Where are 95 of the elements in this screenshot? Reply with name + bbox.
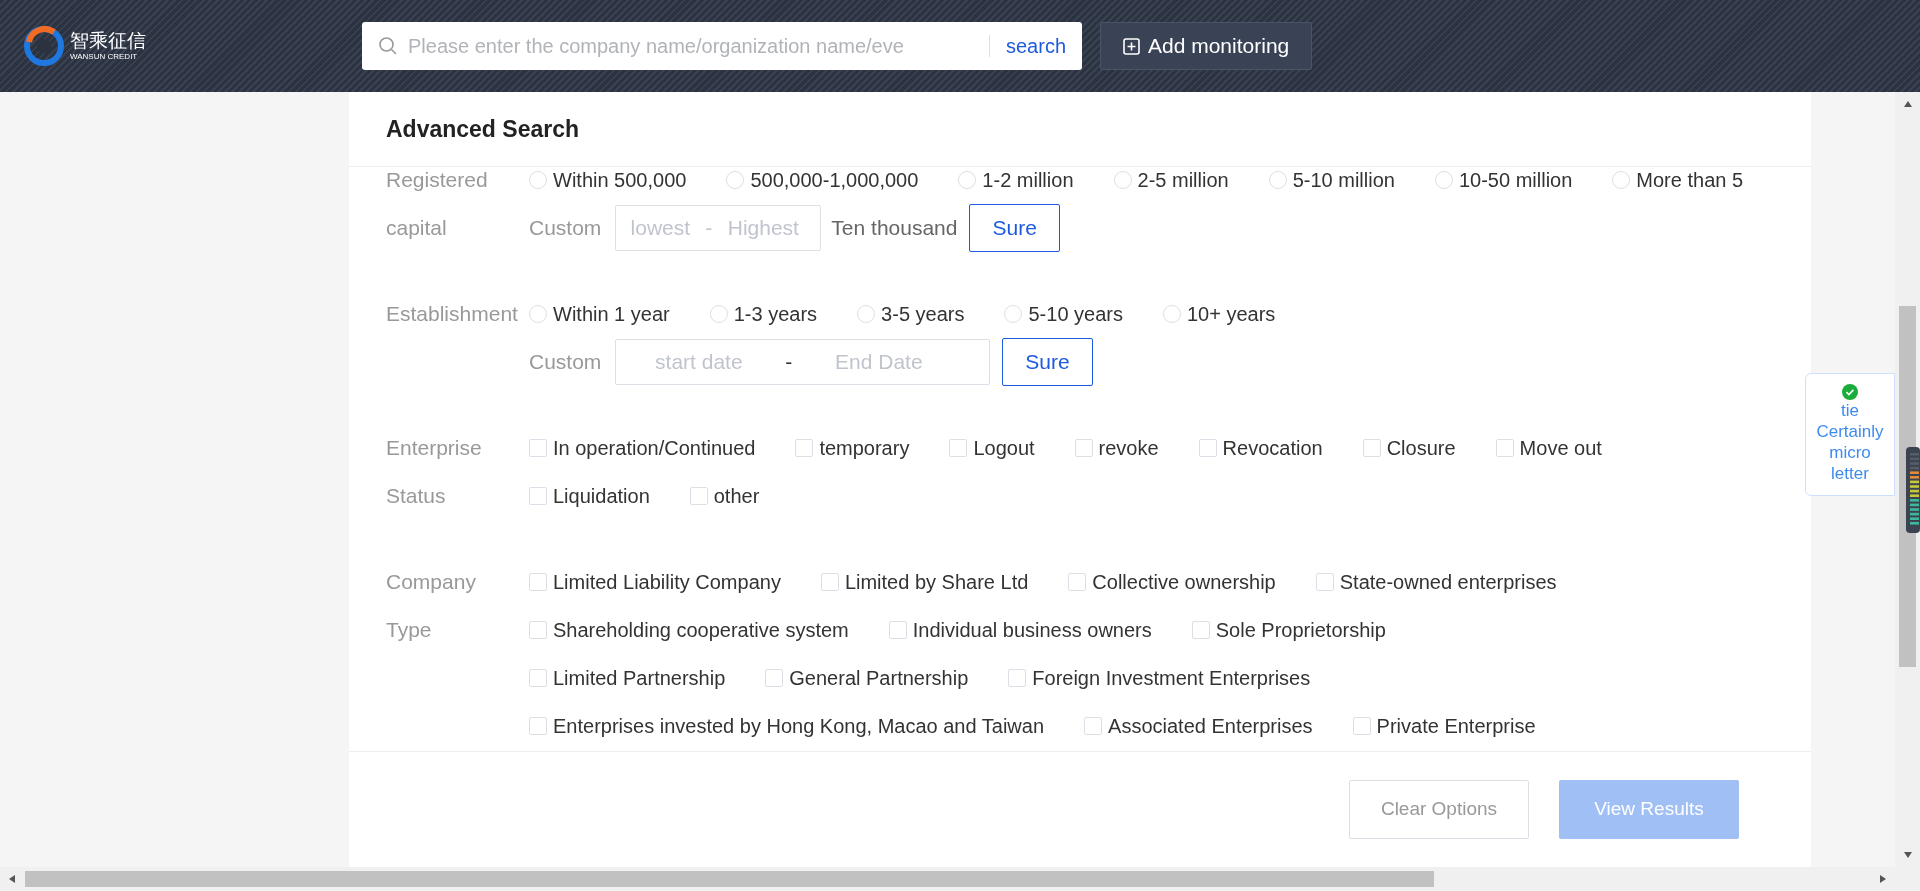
radio-option[interactable]: 5-10 million <box>1268 165 1395 195</box>
check-circle-icon <box>1842 384 1858 400</box>
range-separator: - <box>784 349 794 376</box>
radio-option[interactable]: 10-50 million <box>1434 165 1573 195</box>
checkbox-option[interactable]: temporary <box>795 433 910 463</box>
checkbox[interactable] <box>820 573 839 591</box>
checkbox[interactable] <box>529 621 547 639</box>
checkbox-option[interactable]: Sole Proprietorship <box>1191 615 1386 645</box>
widget-label: tie Certainly micro letter <box>1815 400 1885 484</box>
checkbox[interactable] <box>1362 439 1381 457</box>
filter-label: Enterprise <box>386 435 483 461</box>
checkbox-option[interactable]: Limited by Share Ltd <box>820 567 1029 597</box>
radio-option[interactable]: 1-2 million <box>958 165 1074 195</box>
filter-label: Status <box>386 483 447 509</box>
scroll-right-icon[interactable] <box>1879 874 1887 884</box>
unit-label: Ten thousand <box>831 215 958 242</box>
checkbox-option[interactable]: Private Enterprise <box>1352 711 1536 741</box>
checkbox[interactable] <box>689 487 708 505</box>
logo-icon <box>24 26 64 66</box>
checkbox[interactable] <box>888 621 907 639</box>
scroll-down-icon[interactable] <box>1902 851 1913 859</box>
scrollbar-thumb[interactable] <box>25 871 1434 887</box>
checkbox[interactable] <box>1068 573 1087 591</box>
scroll-up-icon[interactable] <box>1902 100 1913 108</box>
checkbox[interactable] <box>949 439 968 457</box>
checkbox-option[interactable]: Limited Liability Company <box>529 567 781 597</box>
checkbox-option[interactable]: Move out <box>1495 433 1602 463</box>
horizontal-scrollbar[interactable] <box>0 867 1920 891</box>
checkbox[interactable] <box>529 573 547 591</box>
checkbox[interactable] <box>1008 669 1027 687</box>
add-monitoring-button[interactable]: Add monitoring <box>1100 22 1313 70</box>
checkbox-option[interactable]: Enterprises invested by Hong Kong, Macao and Taiwan <box>529 711 1045 741</box>
filter-label: Company <box>386 569 477 595</box>
sure-button[interactable]: Sure <box>969 204 1060 252</box>
filter-label: Establishment <box>386 301 519 327</box>
search-field[interactable]: Please enter the company name/organization name/eve <box>408 31 973 61</box>
checkbox-option[interactable]: Limited Partnership <box>529 663 726 693</box>
checkbox-option[interactable]: Revocation <box>1198 433 1323 463</box>
radio-option[interactable]: 3-5 years <box>857 299 965 329</box>
max-value-input[interactable]: Highest <box>713 212 814 244</box>
radio-option[interactable]: More than 5 <box>1612 165 1744 195</box>
radio-option[interactable]: 2-5 million <box>1113 165 1229 195</box>
checkbox-option[interactable]: other <box>689 481 760 511</box>
checkbox-option[interactable]: revoke <box>1074 433 1159 463</box>
min-value-input[interactable]: lowest <box>616 212 705 244</box>
search-icon <box>378 36 398 56</box>
start-date-input[interactable]: start date <box>616 346 782 378</box>
range-separator: - <box>704 215 714 242</box>
checkbox-option[interactable]: Liquidation <box>529 481 650 511</box>
logo-name: 智乘征信 <box>70 31 146 50</box>
checkbox-option[interactable]: Closure <box>1362 433 1456 463</box>
checkbox-option[interactable]: Individual business owners <box>888 615 1152 645</box>
checkbox-option[interactable]: In operation/Continued <box>529 433 756 463</box>
checkbox[interactable] <box>1495 439 1514 457</box>
checkbox-option[interactable]: Logout <box>949 433 1035 463</box>
panel-title: Advanced Search <box>349 92 1811 167</box>
plus-square-icon <box>1123 37 1140 55</box>
logo-tagline: WANSUN CREDIT <box>70 53 139 61</box>
end-date-input[interactable]: End Date <box>796 346 962 378</box>
sure-button[interactable]: Sure <box>1002 338 1093 386</box>
date-range-field[interactable]: start date - End Date <box>615 339 991 385</box>
checkbox[interactable] <box>529 439 547 457</box>
checkbox[interactable] <box>529 487 547 505</box>
side-widget[interactable]: tie Certainly micro letter <box>1805 373 1895 496</box>
custom-label: Custom <box>529 215 602 242</box>
checkbox-option[interactable]: Collective ownership <box>1068 567 1276 597</box>
radio-option[interactable]: Within 1 year <box>529 299 670 329</box>
search-bar[interactable]: Please enter the company name/organization name/eve search <box>362 22 1082 70</box>
checkbox[interactable] <box>1198 439 1217 457</box>
checkbox-option[interactable]: General Partnership <box>765 663 969 693</box>
checkbox[interactable] <box>529 717 547 735</box>
checkbox[interactable] <box>765 669 784 687</box>
checkbox[interactable] <box>1315 573 1334 591</box>
checkbox[interactable] <box>1191 621 1210 639</box>
vertical-scrollbar[interactable] <box>1895 92 1920 867</box>
radio-option[interactable]: Within 500,000 <box>529 165 687 195</box>
checkbox-option[interactable]: Associated Enterprises <box>1084 711 1313 741</box>
radio-option[interactable]: 10+ years <box>1162 299 1276 329</box>
checkbox-option[interactable]: State-owned enterprises <box>1315 567 1557 597</box>
search-button[interactable]: search <box>1005 31 1066 61</box>
checkbox[interactable] <box>529 669 547 687</box>
checkbox[interactable] <box>1084 717 1103 735</box>
radio-option[interactable]: 5-10 years <box>1004 299 1123 329</box>
checkbox-option[interactable]: Shareholding cooperative system <box>529 615 849 645</box>
checkbox[interactable] <box>795 439 814 457</box>
filter-label: Type <box>386 617 433 643</box>
filter-label: capital <box>386 215 448 241</box>
radio-option[interactable]: 500,000-1,000,000 <box>726 165 919 195</box>
checkbox[interactable] <box>1352 717 1371 735</box>
checkbox-option[interactable]: Foreign Investment Enterprises <box>1008 663 1311 693</box>
checkbox[interactable] <box>1074 439 1093 457</box>
filter-label: Registered <box>386 167 489 193</box>
radio-option[interactable]: 1-3 years <box>709 299 818 329</box>
scroll-left-icon[interactable] <box>8 874 16 884</box>
custom-label: Custom <box>529 349 602 376</box>
